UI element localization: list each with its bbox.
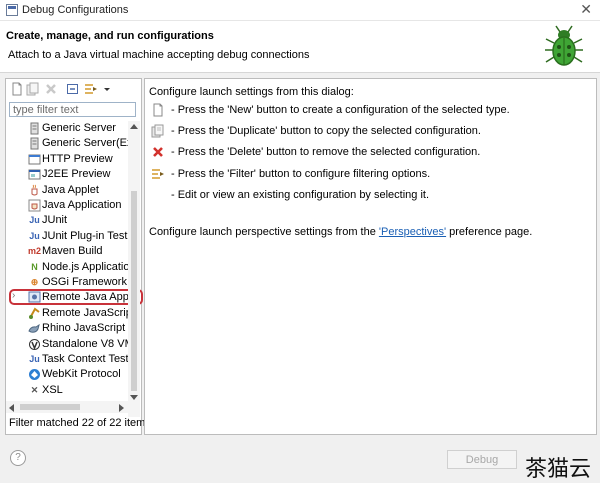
hint-text: - Press the 'Filter' button to configure… [171, 168, 431, 180]
tree-item-label: JUnit [42, 214, 68, 226]
tree-item[interactable]: Standalone V8 VM [6, 337, 128, 352]
delete-config-icon[interactable] [44, 82, 58, 96]
tree-item-label: XSL [42, 384, 63, 396]
scroll-down-icon[interactable] [130, 395, 138, 401]
header-description: Attach to a Java virtual machine accepti… [8, 49, 310, 61]
filter-config-icon[interactable] [84, 82, 98, 96]
tree-item-label: Standalone V8 VM [42, 338, 128, 350]
bug-icon [545, 25, 583, 66]
tree-item-label: Java Application [42, 199, 122, 211]
tree-vertical-scrollbar[interactable] [128, 121, 140, 417]
tree-item-label: Maven Build [42, 245, 103, 257]
help-icon[interactable]: ? [10, 450, 26, 466]
tree-item[interactable]: Java Application [6, 198, 128, 213]
horizontal-scroll-thumb[interactable] [20, 404, 80, 410]
tree-item[interactable]: WebKit Protocol [6, 367, 128, 382]
delete-icon [153, 147, 163, 157]
tree-item[interactable]: N Node.js Application [6, 260, 128, 275]
configuration-tree-pane: Generic Server Generic Server(Exte HTTP Pr… [5, 78, 151, 437]
collapse-all-icon[interactable] [66, 82, 80, 96]
perspectives-link[interactable]: 'Perspectives' [379, 226, 446, 238]
debug-app-icon [6, 4, 18, 16]
j2ee-preview-icon [28, 168, 41, 181]
filter-icon [152, 169, 164, 179]
selected-item-highlight [9, 289, 143, 305]
tree-item-label: Generic Server(Exte [42, 137, 128, 149]
tree-item[interactable]: Remote JavaScript [6, 306, 128, 321]
scroll-left-icon[interactable] [8, 404, 14, 412]
hint-text: - Edit or view an existing configuration… [171, 189, 430, 201]
scroll-up-icon[interactable] [130, 123, 138, 129]
tree-horizontal-scrollbar[interactable] [6, 401, 128, 413]
hint-text: - Press the 'New' button to create a con… [171, 104, 510, 116]
server-icon [28, 122, 41, 135]
hint-text: - Press the 'Duplicate' button to copy t… [171, 125, 481, 137]
scroll-right-icon[interactable] [119, 404, 125, 412]
header-title: Create, manage, and run configurations [6, 30, 214, 42]
http-preview-icon [28, 153, 41, 166]
debug-button[interactable]: Debug [447, 450, 517, 469]
filter-status: Filter matched 22 of 22 items [9, 417, 151, 429]
task-context-icon: Ju [29, 354, 40, 364]
tree-item[interactable]: Ju JUnit [6, 213, 128, 228]
webkit-icon [28, 368, 41, 381]
perspectives-line: Configure launch perspective settings fr… [149, 226, 532, 238]
tree-item-label: Java Applet [42, 184, 99, 196]
tree-item[interactable]: Ju JUnit Plug-in Test [6, 229, 128, 244]
new-config-icon[interactable] [10, 82, 24, 96]
tree-item[interactable]: J2EE Preview [6, 167, 128, 182]
watermark-text: 茶猫云 [525, 456, 592, 481]
rhino-icon [28, 322, 41, 335]
new-icon [153, 103, 163, 117]
tree-item-label: Node.js Application [42, 261, 128, 273]
maven-icon: m2 [28, 246, 42, 256]
perspectives-suffix: preference page. [446, 226, 533, 238]
v8-icon [28, 338, 41, 351]
tree-item[interactable]: Ju Task Context Test [6, 352, 128, 367]
tree-item-label: Rhino JavaScript [42, 322, 126, 334]
instructions-pane: Configure launch settings from this dial… [144, 78, 597, 435]
tree-item-label: Task Context Test [42, 353, 128, 365]
window-title: Debug Configurations [22, 4, 129, 16]
java-application-icon [28, 199, 41, 212]
tree-item-label: JUnit Plug-in Test [42, 230, 128, 242]
tree-item-label: HTTP Preview [42, 153, 113, 165]
tree-toolbar [6, 79, 141, 99]
tree-item-label: J2EE Preview [42, 168, 111, 180]
tree-item[interactable]: ✕ XSL [6, 383, 128, 398]
duplicate-config-icon[interactable] [26, 82, 40, 96]
dialog-header: Create, manage, and run configurations A… [0, 21, 600, 73]
view-menu-chevron-down-icon[interactable] [102, 82, 112, 96]
tree-item[interactable]: ⊕ OSGi Framework [6, 275, 128, 290]
tree-item[interactable]: m2 Maven Build [6, 244, 128, 259]
server-icon [28, 137, 41, 150]
configuration-tree: Generic Server Generic Server(Exte HTTP Pr… [6, 121, 128, 437]
tree-item-label: Remote JavaScript [42, 307, 128, 319]
tree-item[interactable]: Generic Server [6, 121, 128, 136]
title-bar: Debug Configurations ✕ [0, 0, 600, 21]
osgi-icon: ⊕ [30, 277, 39, 287]
hint-text: - Press the 'Delete' button to remove th… [171, 146, 481, 158]
junit-icon: Ju [29, 215, 40, 225]
tree-item-label: OSGi Framework [42, 276, 127, 288]
perspectives-prefix: Configure launch perspective settings fr… [149, 226, 379, 238]
tree-item[interactable]: Generic Server(Exte [6, 136, 128, 151]
duplicate-icon [151, 124, 164, 138]
tree-item[interactable]: HTTP Preview [6, 152, 128, 167]
tree-item-label: Generic Server [42, 122, 116, 134]
filter-input[interactable] [9, 102, 136, 117]
xsl-icon: ✕ [30, 385, 39, 395]
vertical-scroll-thumb[interactable] [131, 191, 137, 391]
tree-item[interactable]: Rhino JavaScript [6, 321, 128, 336]
close-icon[interactable]: ✕ [580, 1, 592, 18]
junit-plugin-icon: Ju [29, 231, 40, 241]
nodejs-icon: N [31, 262, 38, 272]
instructions-intro: Configure launch settings from this dial… [149, 86, 354, 98]
tree-item[interactable]: Java Applet [6, 183, 128, 198]
tree-item-label: WebKit Protocol [42, 368, 121, 380]
remote-javascript-icon [28, 307, 41, 320]
java-applet-icon [28, 184, 41, 197]
